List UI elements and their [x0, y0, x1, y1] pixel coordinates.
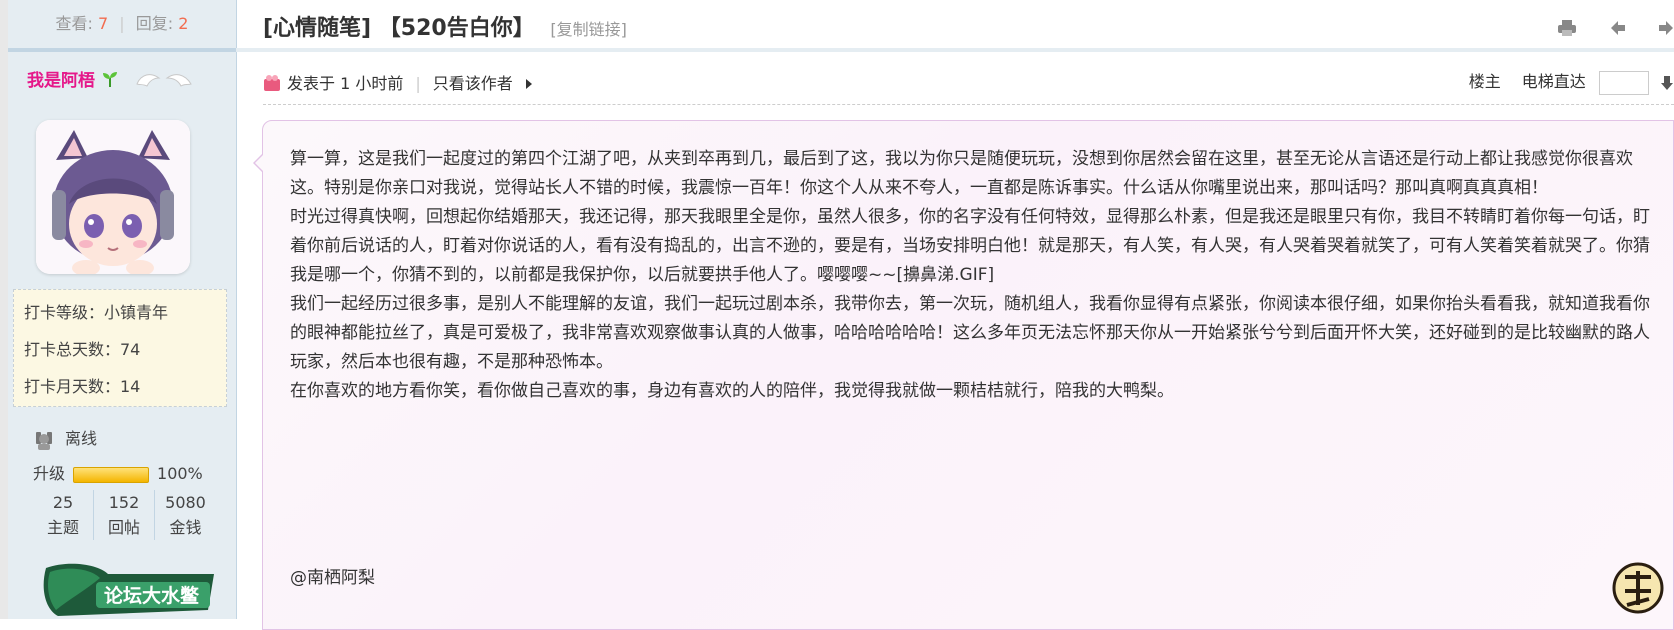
upgrade-progress: 升级 100%: [33, 460, 203, 484]
post-time-icon: [264, 75, 280, 91]
medal-icons: [135, 70, 193, 94]
print-icon[interactable]: [1557, 19, 1577, 37]
thread-title: [心情随笔] 【520告白你】 [复制链接]: [263, 10, 627, 42]
badge-image: 论坛大水鳖: [43, 563, 214, 616]
thread-title-text: [心情随笔] 【520告白你】: [263, 16, 535, 41]
checkin-month-days: 打卡月天数：14: [24, 377, 141, 396]
next-thread-icon[interactable]: [1658, 20, 1674, 36]
previous-thread-icon[interactable]: [1610, 20, 1626, 36]
author-counts: 25 主题 152 回帖 5080 金钱: [33, 490, 218, 542]
post-meta-left: 发表于 1 小时前 | 只看该作者: [263, 70, 534, 94]
checkin-panel: 打卡等级：小镇青年 打卡总天数：74 打卡月天数：14: [13, 289, 227, 407]
post-paragraph: 在你喜欢的地方看你笑，看你做自己喜欢的事，身边有喜欢的人的陪伴，我觉得我就做一颗…: [290, 381, 1174, 401]
upgrade-percent: 100%: [157, 464, 203, 483]
forum-badge[interactable]: 论坛大水鳖: [38, 560, 218, 623]
replies-count: 2: [178, 14, 189, 33]
only-author-link[interactable]: 只看该作者: [433, 74, 513, 93]
left-page-edge: [0, 0, 8, 619]
sprout-icon: [102, 72, 117, 87]
user-mention[interactable]: @南栖阿梨: [290, 563, 375, 588]
posts-value[interactable]: 152: [94, 490, 154, 515]
avatar-image: [36, 120, 190, 274]
author-sidebar: 查看: 7 | 回复: 2 我是阿梧 打卡等级：小镇青年 打卡总天数：74 打卡…: [8, 0, 237, 619]
site-logo-stamp: [1611, 561, 1665, 619]
post-time: 发表于 1 小时前: [287, 74, 404, 93]
offline-user-icon: [36, 431, 52, 450]
posts-label[interactable]: 回帖: [94, 515, 154, 540]
thread-title-bar: [心情随笔] 【520告白你】 [复制链接]: [236, 0, 1674, 52]
copy-link-button[interactable]: [复制链接]: [550, 20, 627, 39]
wing-medal-icon[interactable]: [135, 70, 193, 90]
posts-count[interactable]: 152 回帖: [94, 490, 155, 540]
online-status: 离线: [33, 425, 97, 451]
topics-value[interactable]: 25: [33, 490, 93, 515]
money-label: 金钱: [169, 518, 202, 537]
upgrade-progress-bar: [73, 466, 150, 483]
jump-floor-label: 电梯直达: [1521, 72, 1586, 91]
author-username[interactable]: 我是阿梧: [27, 66, 119, 91]
checkin-total-days: 打卡总天数：74: [24, 340, 141, 359]
topics-count[interactable]: 25 主题: [33, 490, 94, 540]
post-meta-bar: 发表于 1 小时前 | 只看该作者 楼主 电梯直达: [263, 68, 1674, 105]
author-avatar[interactable]: [36, 120, 190, 274]
stamp-icon: [1612, 562, 1664, 614]
floor-label: 楼主: [1468, 72, 1501, 91]
post-content-box: 算一算，这是我们一起度过的第四个江湖了吧，从夹到卒再到几，最后到了这，我以为你只…: [253, 120, 1674, 630]
thread-stats: 查看: 7 | 回复: 2: [8, 0, 236, 52]
money-count: 5080 金钱: [155, 490, 216, 540]
meta-divider: |: [415, 74, 421, 93]
author-username-text[interactable]: 我是阿梧: [27, 71, 95, 91]
checkin-level: 打卡等级：小镇青年: [24, 303, 169, 322]
views-count: 7: [98, 14, 109, 33]
caret-right-icon[interactable]: [524, 78, 534, 90]
post-paragraph: 时光过得真快啊，回想起你结婚那天，我还记得，那天我眼里全是你，虽然人很多，你的名…: [290, 207, 1650, 285]
jump-go-icon[interactable]: [1660, 75, 1674, 91]
post-paragraph: 算一算，这是我们一起度过的第四个江湖了吧，从夹到卒再到几，最后到了这，我以为你只…: [290, 149, 1633, 198]
status-text: 离线: [65, 429, 98, 448]
views-label: 查看:: [55, 14, 93, 33]
post-box-pointer: [253, 153, 264, 173]
topics-label[interactable]: 主题: [33, 515, 93, 540]
post-paragraph: 我们一起经历过很多事，是别人不能理解的友谊，我们一起玩过剧本杀，我带你去，第一次…: [290, 294, 1650, 372]
replies-label: 回复:: [135, 14, 174, 33]
post-body: 算一算，这是我们一起度过的第四个江湖了吧，从夹到卒再到几，最后到了这，我以为你只…: [290, 145, 1650, 406]
upgrade-label: 升级: [33, 464, 66, 483]
money-value: 5080: [165, 493, 206, 512]
stats-divider: |: [119, 14, 125, 33]
thread-tools: [1557, 14, 1674, 38]
badge-text: 论坛大水鳖: [104, 584, 200, 607]
post-meta-right: 楼主 电梯直达: [1469, 68, 1674, 95]
jump-floor-input[interactable]: [1598, 70, 1649, 95]
